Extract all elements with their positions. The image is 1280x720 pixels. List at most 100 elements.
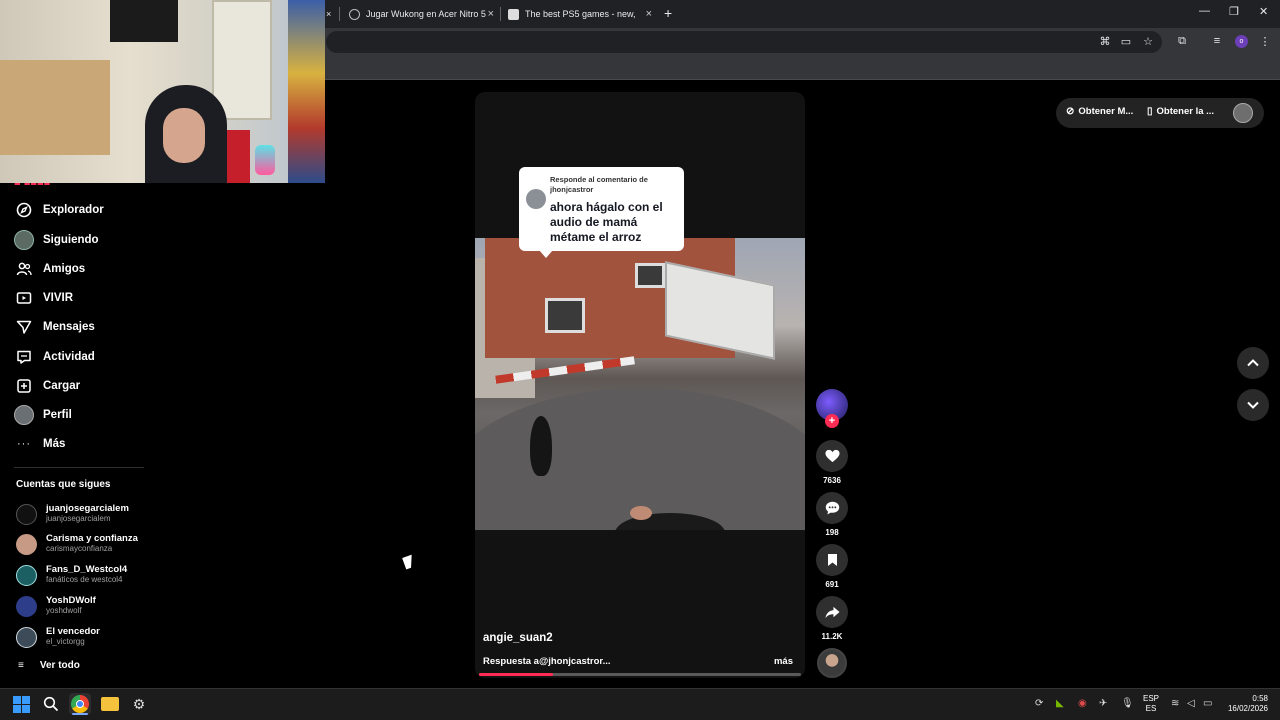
volume-icon[interactable]: ◁ xyxy=(1187,698,1195,709)
following-account[interactable]: Fans_D_Westcol4 fanáticos de westcol4 xyxy=(16,562,196,588)
avatar xyxy=(16,503,37,525)
video-caption[interactable]: Respuesta a@jhonjcastror... xyxy=(483,656,611,667)
video-player[interactable]: Responde al comentario de jhonjcastror a… xyxy=(475,92,805,678)
get-app-pc-button[interactable]: ⊘ Obtener M... xyxy=(1066,106,1133,117)
sidebar-item-label: Explorador xyxy=(43,204,104,216)
search-icon xyxy=(43,696,59,712)
chevron-down-icon xyxy=(1247,401,1259,409)
close-icon[interactable]: × xyxy=(488,8,494,20)
search-button[interactable] xyxy=(40,693,62,715)
new-tab-button[interactable]: + xyxy=(664,5,672,21)
streamer-face xyxy=(163,108,205,163)
video-progress-bar[interactable] xyxy=(479,673,801,676)
window-close-button[interactable]: ✕ xyxy=(1259,5,1268,18)
see-all-link[interactable]: ≡ Ver todo xyxy=(18,660,80,671)
avatar xyxy=(16,626,37,648)
sidebar-item-mensajes[interactable]: Mensajes xyxy=(14,316,95,338)
sidebar-item-label: Cargar xyxy=(43,380,81,392)
following-account[interactable]: YoshDWolf yoshdwolf xyxy=(16,593,196,619)
get-app-mobile-button[interactable]: ▯ Obtener la ... xyxy=(1147,106,1214,117)
account-name: Fans_D_Westcol4 xyxy=(46,564,128,575)
caption-more-button[interactable]: más xyxy=(774,656,793,667)
extensions-icon[interactable]: ⧉ xyxy=(1174,33,1190,49)
save-button[interactable] xyxy=(816,544,848,576)
share-count: 11.2K xyxy=(821,632,843,641)
send-icon xyxy=(14,317,34,337)
network-icon[interactable]: ✈ xyxy=(1099,698,1107,709)
sidebar-item-amigos[interactable]: Amigos xyxy=(14,258,85,280)
compass-icon: ⊘ xyxy=(1066,106,1075,117)
like-button[interactable] xyxy=(816,440,848,472)
tray-icon[interactable]: ⟳ xyxy=(1035,698,1043,709)
sidebar-item-mas[interactable]: ··· Más xyxy=(14,433,65,455)
screen: × Jugar Wukong en Acer Nitro 5 × The bes… xyxy=(0,0,1280,720)
wifi-icon[interactable]: ≋ xyxy=(1171,698,1179,709)
profile-icon xyxy=(14,405,34,425)
comment-header: Responde al comentario de jhonjcastror xyxy=(550,175,648,194)
follow-button[interactable]: + xyxy=(825,414,839,428)
sidebar-item-label: Más xyxy=(43,438,66,450)
account-name: Carisma y confianza xyxy=(46,533,138,544)
site-favicon-icon xyxy=(508,8,519,20)
sidebar-item-perfil[interactable]: Perfil xyxy=(14,404,72,426)
sidebar-item-label: VIVIR xyxy=(43,292,74,304)
previous-video-button[interactable] xyxy=(1237,347,1269,379)
address-bar[interactable] xyxy=(326,31,1162,53)
sidebar-item-cargar[interactable]: Cargar xyxy=(14,375,80,397)
tab-wukong[interactable]: Jugar Wukong en Acer Nitro 5 × xyxy=(349,4,494,24)
like-count: 7636 xyxy=(823,476,841,485)
account-name: YoshDWolf xyxy=(46,595,96,606)
translate-icon[interactable]: ⌘ xyxy=(1097,33,1113,49)
lang-region: ES xyxy=(1145,704,1157,713)
sound-avatar[interactable] xyxy=(817,648,847,678)
taskbar-chrome[interactable] xyxy=(69,693,91,715)
reply-comment-card: Responde al comentario de jhonjcastror a… xyxy=(519,167,684,258)
taskbar xyxy=(0,688,1280,720)
live-icon xyxy=(14,288,34,308)
start-button[interactable] xyxy=(10,693,32,715)
antivirus-icon[interactable]: ◉ xyxy=(1078,698,1087,709)
comment-body: ahora hágalo con el audio de mamá métame… xyxy=(550,200,663,244)
tab-close-previous[interactable]: × xyxy=(326,4,331,24)
battery-icon[interactable]: ▭ xyxy=(1203,698,1212,709)
clock[interactable]: 0:58 16/02/2026 xyxy=(1222,694,1268,714)
cast-icon[interactable]: ▭ xyxy=(1118,33,1134,49)
restore-button[interactable]: ❐ xyxy=(1229,5,1239,18)
following-account[interactable]: El vencedor el_victorgg xyxy=(16,624,196,650)
taskbar-file-explorer[interactable] xyxy=(99,693,121,715)
sidebar-item-explorador[interactable]: Explorador xyxy=(14,199,104,221)
sidebar-item-label: Amigos xyxy=(43,263,86,275)
next-video-button[interactable] xyxy=(1237,389,1269,421)
comment-count: 198 xyxy=(825,528,839,537)
sidebar-item-siguiendo[interactable]: Siguiendo xyxy=(14,229,99,251)
clock-time: 0:58 xyxy=(1252,694,1268,703)
following-account[interactable]: Carisma y confianza carismayconfianza xyxy=(16,531,196,557)
video-author[interactable]: angie_suan2 xyxy=(483,632,553,644)
sidebar-item-actividad[interactable]: Actividad xyxy=(14,346,95,368)
phone-icon: ▯ xyxy=(1147,106,1153,117)
compass-icon xyxy=(14,200,34,220)
tab-separator xyxy=(500,7,501,21)
comment-icon xyxy=(825,501,839,515)
following-section-title: Cuentas que sigues xyxy=(16,479,111,490)
minimize-button[interactable]: — xyxy=(1199,5,1210,17)
comment-button[interactable] xyxy=(816,492,848,524)
following-account[interactable]: juanjosegarcialem juanjosegarcialem xyxy=(16,501,196,527)
nvidia-icon[interactable]: ◣ xyxy=(1056,698,1064,709)
language-indicator[interactable]: ESP ES xyxy=(1143,694,1159,714)
bookmark-star-icon[interactable]: ☆ xyxy=(1140,33,1156,49)
share-button[interactable] xyxy=(816,596,848,628)
tv xyxy=(110,0,178,42)
close-icon[interactable]: × xyxy=(326,9,331,19)
menu-kebab-icon[interactable]: ⋮ xyxy=(1257,33,1273,49)
taskbar-app[interactable]: ⚙ xyxy=(128,693,150,715)
media-control-icon[interactable]: ≡ xyxy=(1209,33,1225,49)
folder-icon xyxy=(101,697,119,711)
profile-avatar[interactable]: o xyxy=(1235,35,1248,48)
user-avatar[interactable] xyxy=(1233,103,1253,123)
microphone-icon[interactable]: 🎙 xyxy=(1121,698,1134,709)
sidebar-item-vivir[interactable]: VIVIR xyxy=(14,287,73,309)
upload-icon xyxy=(14,376,34,396)
close-icon[interactable]: × xyxy=(646,8,652,20)
tab-ps5-games[interactable]: The best PS5 games - new, pre × xyxy=(508,4,652,24)
